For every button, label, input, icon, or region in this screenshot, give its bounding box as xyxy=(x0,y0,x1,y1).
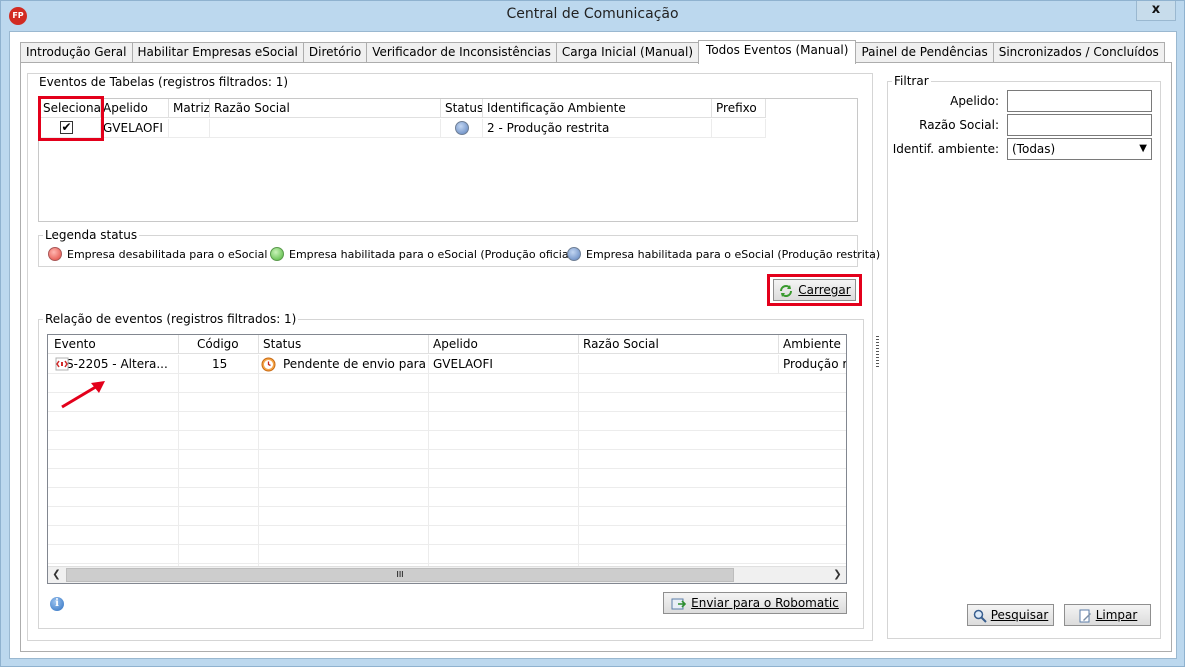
splitter-handle[interactable] xyxy=(876,336,879,368)
col-header-selecionar[interactable]: Selecionar xyxy=(39,99,101,118)
apelido-input[interactable] xyxy=(1007,90,1152,112)
legend-label-producao-oficial: Empresa habilitada para o eSocial (Produ… xyxy=(289,248,576,261)
info-icon[interactable]: i xyxy=(50,597,64,611)
horizontal-scrollbar[interactable]: ❮ III ❯ xyxy=(48,566,846,583)
filtrar-title: Filtrar xyxy=(892,74,931,88)
col-header-evento[interactable]: Evento xyxy=(48,335,179,354)
tab-habilitar-empresas[interactable]: Habilitar Empresas eSocial xyxy=(131,42,304,63)
identif-ambiente-select[interactable]: (Todas) ▼ xyxy=(1007,138,1152,160)
eventos-tabelas-title: Eventos de Tabelas (registros filtrados:… xyxy=(37,75,291,89)
legend-label-producao-restrita: Empresa habilitada para o eSocial (Produ… xyxy=(586,248,881,261)
legenda-title: Legenda status xyxy=(43,228,140,242)
table-row-ambiente: Produção re xyxy=(779,355,846,374)
table-row-apelido-evento: GVELAOFI xyxy=(429,355,579,374)
evento-text: S-2205 - Altera... xyxy=(66,357,168,371)
relacao-eventos-title: Relação de eventos (registros filtrados:… xyxy=(43,312,299,326)
annotation-arrow-icon xyxy=(61,381,105,409)
pending-clock-icon xyxy=(261,357,276,372)
col-header-matriz[interactable]: Matriz xyxy=(169,99,210,118)
tab-strip: Introdução Geral Habilitar Empresas eSoc… xyxy=(20,40,1165,64)
tab-panel-todos-eventos: Eventos de Tabelas (registros filtrados:… xyxy=(20,62,1172,652)
col-header-status[interactable]: Status xyxy=(441,99,483,118)
table-row-matriz xyxy=(169,119,210,138)
empty-rows xyxy=(48,374,846,566)
col-header-prefixo[interactable]: Prefixo xyxy=(712,99,766,118)
table-row-status xyxy=(441,119,483,138)
pesquisar-button[interactable]: Pesquisar xyxy=(967,604,1054,626)
chevron-down-icon: ▼ xyxy=(1139,143,1147,154)
tab-todos-eventos[interactable]: Todos Eventos (Manual) xyxy=(698,40,857,64)
client-area: Introdução Geral Habilitar Empresas eSoc… xyxy=(9,31,1177,659)
table-row-razao-social-evento xyxy=(579,355,779,374)
table-row-evento[interactable]: S-2205 - Altera... xyxy=(48,355,179,374)
col-header-razao-social[interactable]: Razão Social xyxy=(210,99,441,118)
enviar-robomatic-label: Enviar para o Robomatic xyxy=(691,596,839,610)
pesquisar-label: Pesquisar xyxy=(990,608,1049,622)
table-row-apelido: GVELAOFI xyxy=(101,119,169,138)
filtrar-group: Filtrar xyxy=(887,74,1161,639)
send-icon xyxy=(671,598,687,609)
window-title: Central de Comunicação xyxy=(506,6,679,22)
tab-introducao-geral[interactable]: Introdução Geral xyxy=(20,42,133,63)
app-window: FP Central de Comunicação x Introdução G… xyxy=(0,0,1185,667)
razao-social-label: Razão Social: xyxy=(919,118,999,132)
tab-diretorio[interactable]: Diretório xyxy=(302,42,368,63)
identif-ambiente-value: (Todas) xyxy=(1012,142,1056,156)
identif-ambiente-label: Identif. ambiente: xyxy=(892,142,999,156)
col-header-codigo[interactable]: Código xyxy=(179,335,259,354)
scroll-right-icon[interactable]: ❯ xyxy=(829,567,846,583)
col-header-status-evento[interactable]: Status xyxy=(259,335,429,354)
col-header-razao-social-evento[interactable]: Razão Social xyxy=(579,335,779,354)
limpar-label: Limpar xyxy=(1095,608,1138,622)
table-row-selecionar-cell[interactable]: ✔ xyxy=(39,119,101,138)
table-row-identificacao-ambiente: 2 - Produção restrita xyxy=(483,119,712,138)
row-select-checkbox[interactable]: ✔ xyxy=(60,121,73,134)
tab-carga-inicial[interactable]: Carga Inicial (Manual) xyxy=(555,42,700,63)
carregar-label: Carregar xyxy=(798,283,851,297)
limpar-button[interactable]: Limpar xyxy=(1064,604,1151,626)
eventos-tabelas-grid: Selecionar Apelido Matriz Razão Social S… xyxy=(38,98,858,222)
tab-sincronizados[interactable]: Sincronizados / Concluídos xyxy=(992,42,1165,63)
legend-label-desabilitada: Empresa desabilitada para o eSocial xyxy=(67,248,268,261)
status-blue-icon xyxy=(455,121,469,135)
scroll-thumb[interactable]: III xyxy=(66,568,734,582)
event-xml-icon xyxy=(55,357,69,371)
col-header-apelido[interactable]: Apelido xyxy=(101,99,169,118)
enviar-robomatic-button[interactable]: Enviar para o Robomatic xyxy=(663,592,847,614)
col-header-apelido-evento[interactable]: Apelido xyxy=(429,335,579,354)
table-row-status-evento: Pendente de envio para ... xyxy=(259,355,429,374)
table-row-razao-social xyxy=(210,119,441,138)
razao-social-input[interactable] xyxy=(1007,114,1152,136)
legend-red-icon xyxy=(48,247,62,261)
eraser-icon xyxy=(1079,609,1091,622)
close-button[interactable]: x xyxy=(1136,1,1176,21)
search-icon xyxy=(973,609,987,623)
col-header-ambiente[interactable]: Ambiente xyxy=(779,335,846,354)
relacao-eventos-grid: Evento Código Status Apelido Razão Socia… xyxy=(47,334,847,584)
legend-blue-icon xyxy=(567,247,581,261)
scroll-left-icon[interactable]: ❮ xyxy=(48,567,65,583)
title-bar: FP Central de Comunicação x xyxy=(1,1,1184,31)
status-evento-text: Pendente de envio para ... xyxy=(283,357,429,371)
tab-verificador-inconsistencias[interactable]: Verificador de Inconsistências xyxy=(366,42,557,63)
table-row-prefixo xyxy=(712,119,766,138)
table-row-codigo: 15 xyxy=(179,355,259,374)
carregar-button[interactable]: Carregar xyxy=(773,279,856,301)
legend-green-icon xyxy=(270,247,284,261)
legenda-group: Legenda status Empresa desabilitada para… xyxy=(38,228,880,267)
refresh-icon xyxy=(780,284,793,297)
tab-painel-pendencias[interactable]: Painel de Pendências xyxy=(855,42,994,63)
col-header-identificacao-ambiente[interactable]: Identificação Ambiente xyxy=(483,99,712,118)
apelido-label: Apelido: xyxy=(950,94,999,108)
